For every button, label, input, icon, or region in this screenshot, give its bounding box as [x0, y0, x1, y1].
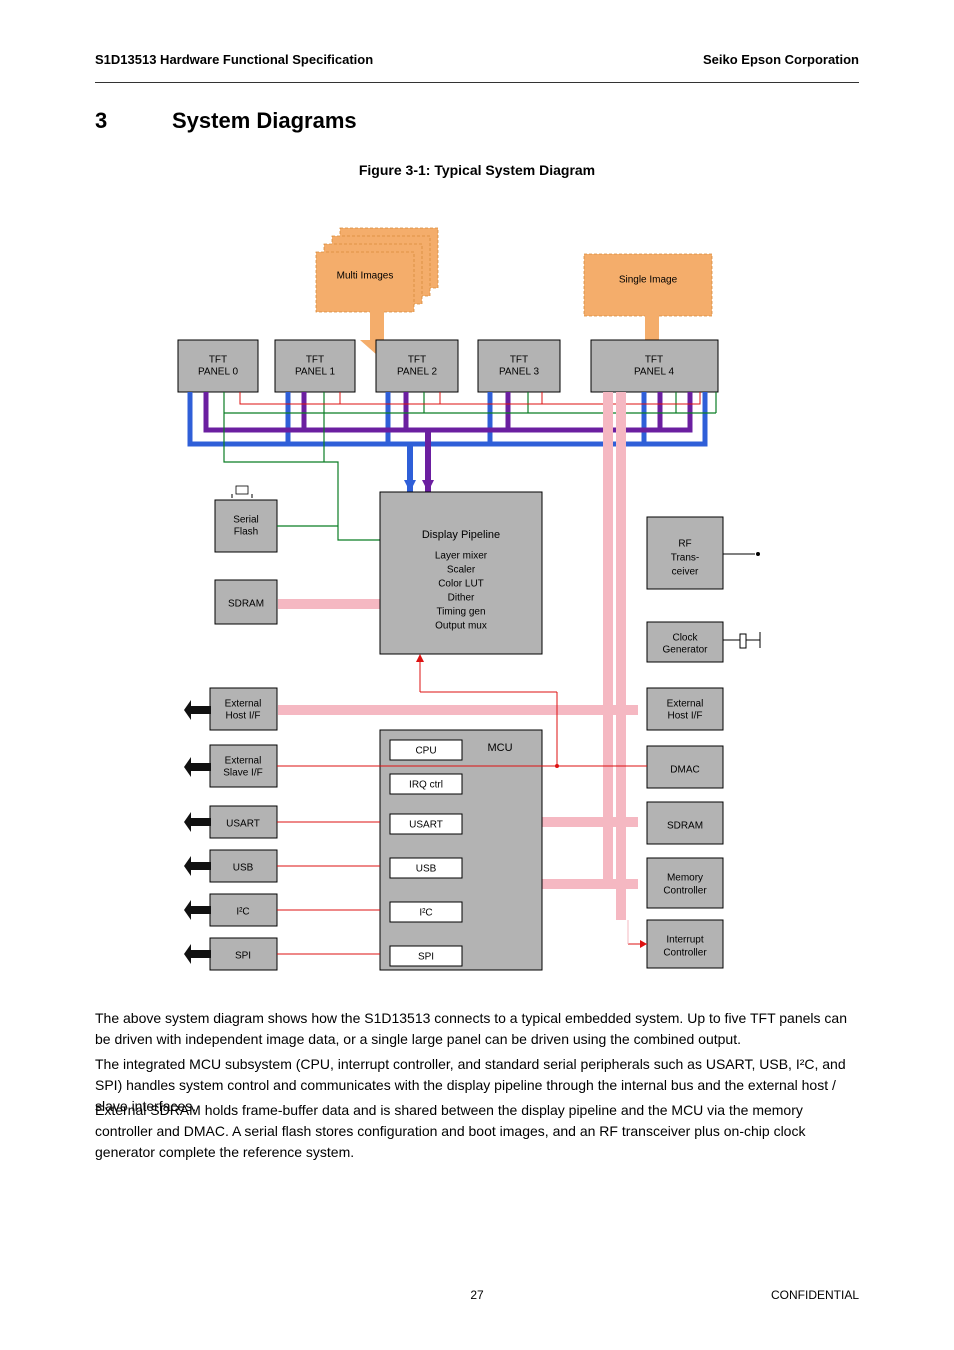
svg-text:TFT: TFT [645, 355, 663, 366]
svg-text:SPI: SPI [418, 952, 434, 963]
svg-text:Serial: Serial [233, 515, 259, 526]
block-ext-host-r: External Host I/F [647, 688, 723, 730]
block-tft1: TFT PANEL 1 [275, 340, 355, 392]
svg-text:External: External [225, 699, 262, 710]
svg-text:PANEL 2: PANEL 2 [397, 367, 437, 378]
block-spi: SPI [210, 938, 277, 970]
svg-text:I²C: I²C [236, 907, 249, 918]
svg-text:Display Pipeline: Display Pipeline [422, 529, 500, 541]
svg-text:Controller: Controller [663, 948, 707, 959]
page: S1D13513 Hardware Functional Specificati… [0, 0, 954, 1350]
block-ext-host: External Host I/F [210, 688, 277, 730]
svg-text:Slave I/F: Slave I/F [223, 768, 262, 779]
svg-text:MCU: MCU [487, 742, 512, 754]
svg-text:Scaler: Scaler [447, 565, 476, 576]
svg-text:I²C: I²C [419, 908, 432, 919]
svg-text:RF: RF [678, 539, 691, 550]
svg-text:PANEL 4: PANEL 4 [634, 367, 674, 378]
block-sdramr: SDRAM [647, 802, 723, 844]
block-tft4: TFT PANEL 4 [591, 340, 718, 392]
svg-text:Host I/F: Host I/F [667, 711, 702, 722]
block-tft3: TFT PANEL 3 [478, 340, 560, 392]
svg-text:PANEL 3: PANEL 3 [499, 367, 539, 378]
block-lvcu: Display Pipeline Layer mixer Scaler Colo… [380, 492, 542, 654]
multi-image-label: Multi Images [337, 271, 394, 282]
svg-text:TFT: TFT [306, 355, 324, 366]
body-para-1: The above system diagram shows how the S… [95, 1008, 859, 1050]
block-flash: Serial Flash [215, 486, 277, 552]
svg-text:USART: USART [226, 819, 260, 830]
svg-text:External: External [667, 699, 704, 710]
svg-text:IRQ ctrl: IRQ ctrl [409, 780, 443, 791]
svg-text:DMAC: DMAC [670, 765, 699, 776]
svg-text:SPI: SPI [235, 951, 251, 962]
svg-text:Dither: Dither [448, 593, 475, 604]
block-tft2: TFT PANEL 2 [376, 340, 458, 392]
svg-text:External: External [225, 756, 262, 767]
block-usart: USART [210, 806, 277, 838]
block-i2c: I²C [210, 894, 277, 926]
svg-text:Clock: Clock [672, 633, 698, 644]
svg-text:Controller: Controller [663, 886, 707, 897]
svg-text:Interrupt: Interrupt [666, 935, 703, 946]
svg-text:ceiver: ceiver [672, 567, 699, 578]
svg-text:CPU: CPU [415, 746, 436, 757]
svg-text:Flash: Flash [234, 527, 258, 538]
block-rf: RF Trans- ceiver [647, 517, 760, 589]
svg-text:TFT: TFT [209, 355, 227, 366]
multi-screen-icon: Multi Images [316, 228, 438, 355]
svg-text:PANEL 1: PANEL 1 [295, 367, 335, 378]
svg-text:Layer mixer: Layer mixer [435, 551, 488, 562]
block-sdram: SDRAM [215, 580, 277, 624]
svg-text:Output mux: Output mux [435, 621, 487, 632]
svg-text:USB: USB [416, 864, 437, 875]
page-number: 27 [0, 1288, 954, 1302]
block-intc: Interrupt Controller [647, 920, 723, 968]
block-tft0: TFT PANEL 0 [178, 340, 258, 392]
svg-text:Color LUT: Color LUT [438, 579, 484, 590]
svg-text:SDRAM: SDRAM [228, 599, 264, 610]
svg-text:Timing gen: Timing gen [436, 607, 485, 618]
svg-text:Host I/F: Host I/F [225, 711, 260, 722]
single-image-label: Single Image [619, 275, 678, 286]
svg-text:Trans-: Trans- [671, 553, 700, 564]
svg-text:USART: USART [409, 820, 443, 831]
block-ext-slave: External Slave I/F [210, 745, 277, 787]
body-para-3: External SDRAM holds frame-buffer data a… [95, 1100, 859, 1163]
svg-text:TFT: TFT [510, 355, 528, 366]
svg-text:USB: USB [233, 863, 254, 874]
svg-text:PANEL 0: PANEL 0 [198, 367, 238, 378]
block-dmac: DMAC [647, 746, 723, 788]
svg-text:Memory: Memory [667, 873, 703, 884]
block-clock: Clock Generator [647, 622, 760, 662]
svg-text:SDRAM: SDRAM [667, 821, 703, 832]
svg-text:TFT: TFT [408, 355, 426, 366]
block-usb: USB [210, 850, 277, 882]
block-memctrl: Memory Controller [647, 858, 723, 908]
svg-text:Generator: Generator [662, 645, 708, 656]
